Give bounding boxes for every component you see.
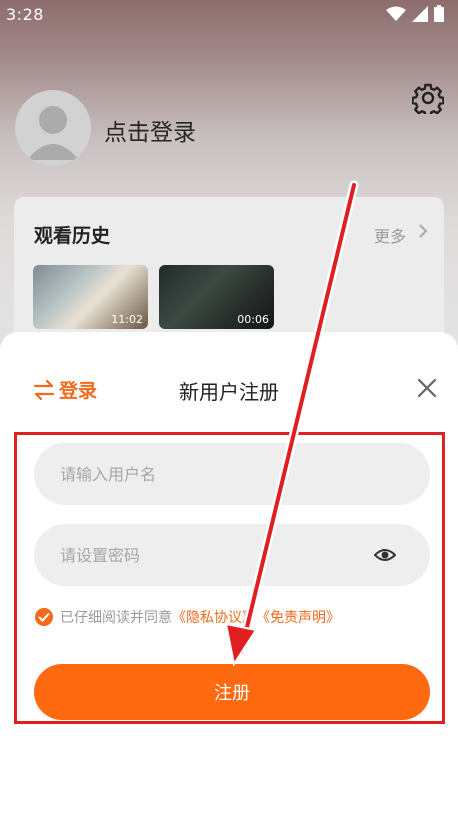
chevron-right-icon[interactable] (418, 223, 428, 239)
history-thumbnail[interactable]: 00:06 (159, 265, 274, 329)
video-duration: 11:02 (111, 313, 143, 326)
signal-icon (412, 5, 428, 22)
login-prompt[interactable]: 点击登录 (104, 113, 196, 147)
video-duration: 00:06 (237, 313, 269, 326)
status-bar: 3:28 (0, 0, 458, 28)
user-icon (27, 106, 79, 160)
battery-icon (434, 5, 444, 22)
status-time: 3:28 (6, 4, 44, 24)
close-icon[interactable] (416, 377, 438, 399)
annotation-highlight-box (14, 432, 445, 724)
wifi-icon (386, 6, 406, 21)
gear-icon[interactable] (412, 82, 444, 114)
sheet-title: 新用户注册 (179, 380, 279, 404)
avatar[interactable] (15, 90, 91, 166)
history-thumbnail[interactable]: 11:02 (33, 265, 148, 329)
history-title: 观看历史 (34, 225, 111, 247)
status-icons (386, 5, 444, 22)
history-more-link[interactable]: 更多 (374, 223, 406, 247)
